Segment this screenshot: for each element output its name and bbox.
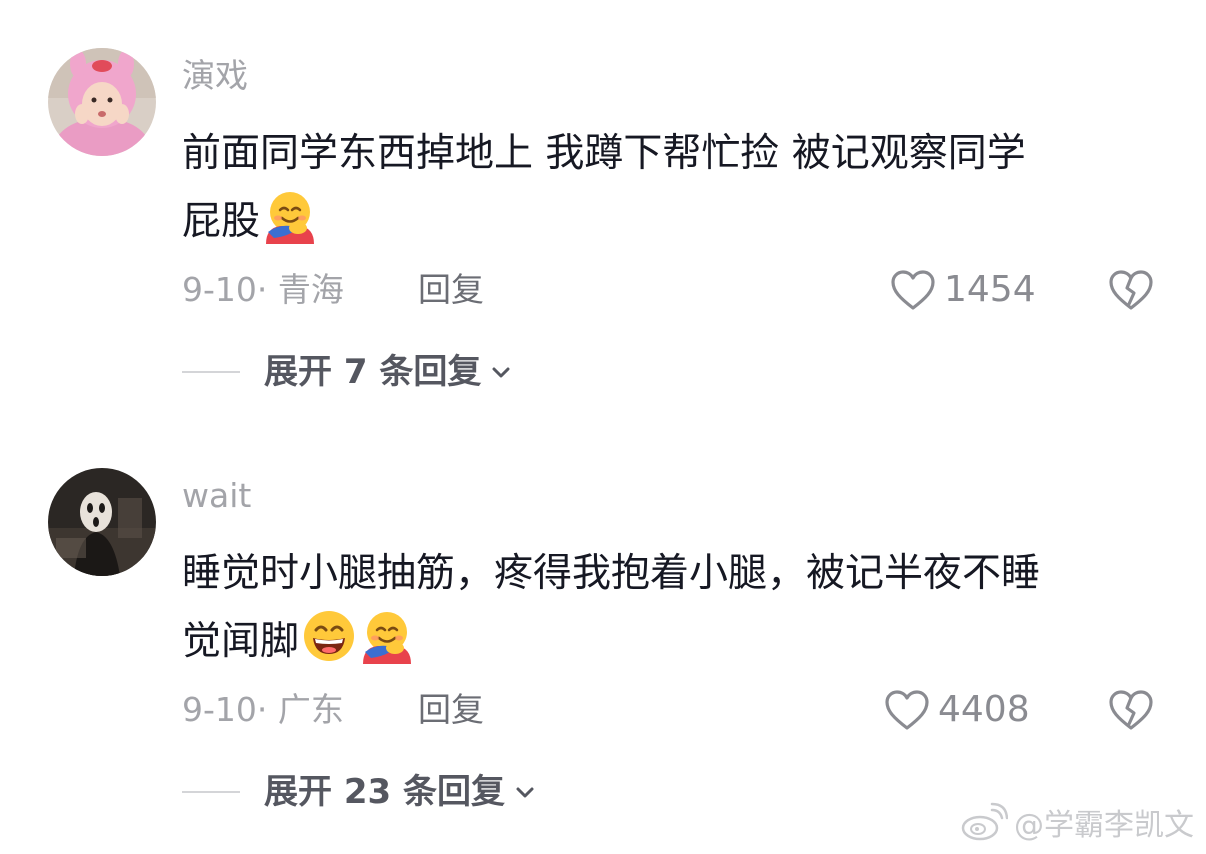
- comment-page: 演戏 前面同学东西掉地上 我蹲下帮忙捡 被记观察同学 屁股 9-10· 青海 回…: [0, 0, 1206, 854]
- watermark-text: @学霸李凯文: [1014, 808, 1194, 843]
- comment-text: 前面同学东西掉地上 我蹲下帮忙捡 被记观察同学 屁股: [182, 120, 1162, 256]
- avatar[interactable]: [48, 48, 156, 156]
- comment-location: 青海: [277, 270, 344, 309]
- comment-text-line-2: 屁股: [182, 199, 261, 244]
- expand-replies-button[interactable]: 展开 7 条回复: [182, 350, 513, 394]
- hug-face-emoji: [262, 188, 318, 244]
- divider-line: [182, 371, 240, 373]
- comment-meta: 9-10· 青海: [182, 270, 344, 310]
- expand-replies-button[interactable]: 展开 23 条回复: [182, 770, 537, 814]
- comment-text-line: 屁股: [182, 188, 1162, 256]
- grinning-face-emoji: [301, 608, 357, 664]
- comment-text-line: 觉闻脚: [182, 608, 1162, 676]
- username[interactable]: wait: [182, 476, 251, 516]
- dislike-button[interactable]: [1108, 268, 1154, 312]
- expand-replies-label: 展开 7 条回复: [264, 352, 482, 392]
- comment-text: 睡觉时小腿抽筋，疼得我抱着小腿，被记半夜不睡 觉闻脚: [182, 540, 1162, 676]
- broken-heart-icon: [1108, 268, 1154, 312]
- watermark: @学霸李凯文: [960, 800, 1194, 844]
- weibo-icon: [960, 802, 1008, 842]
- avatar[interactable]: [48, 468, 156, 576]
- meta-separator: ·: [256, 270, 268, 309]
- username[interactable]: 演戏: [182, 56, 248, 96]
- comment-text-line-2: 觉闻脚: [182, 619, 300, 664]
- chevron-down-icon: [489, 360, 513, 384]
- expand-replies-label: 展开 23 条回复: [264, 772, 505, 812]
- like-count: 4408: [938, 689, 1030, 730]
- dislike-button[interactable]: [1108, 688, 1154, 732]
- reply-button[interactable]: 回复: [418, 270, 484, 310]
- like-button[interactable]: 1454: [890, 268, 1036, 312]
- comment-date: 9-10: [182, 690, 257, 729]
- broken-heart-icon: [1108, 688, 1154, 732]
- like-button[interactable]: 4408: [884, 688, 1030, 732]
- hug-face-emoji: [359, 608, 415, 664]
- comment-date: 9-10: [182, 270, 257, 309]
- chevron-down-icon: [513, 780, 537, 804]
- heart-icon: [890, 269, 936, 311]
- comment-text-line: 前面同学东西掉地上 我蹲下帮忙捡 被记观察同学: [182, 131, 1026, 176]
- meta-separator: ·: [256, 690, 268, 729]
- comment-meta: 9-10· 广东: [182, 690, 344, 730]
- like-count: 1454: [944, 269, 1036, 310]
- heart-icon: [884, 689, 930, 731]
- divider-line: [182, 791, 240, 793]
- comment-text-line: 睡觉时小腿抽筋，疼得我抱着小腿，被记半夜不睡: [182, 551, 1041, 596]
- comment-location: 广东: [277, 690, 344, 729]
- reply-button[interactable]: 回复: [418, 690, 484, 730]
